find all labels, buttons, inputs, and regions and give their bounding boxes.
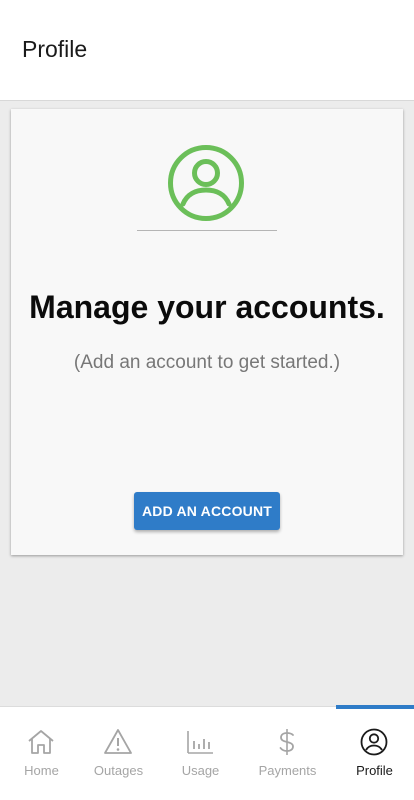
account-circle-icon: [168, 145, 244, 221]
nav-label-profile: Profile: [356, 763, 393, 778]
account-circle-icon: [360, 728, 388, 756]
nav-item-home[interactable]: Home: [0, 707, 83, 800]
nav-label-usage: Usage: [181, 763, 220, 778]
accounts-card: Manage your accounts. (Add an account to…: [11, 109, 403, 555]
app-bar: Profile: [0, 0, 414, 101]
dollar-icon: [279, 729, 294, 755]
bottom-navigation: Home Outages Usage Payments Profile: [0, 705, 414, 800]
bar-chart-icon: [187, 731, 213, 754]
page-title: Profile: [22, 36, 88, 62]
add-account-button[interactable]: ADD AN ACCOUNT: [134, 492, 280, 530]
nav-item-usage[interactable]: Usage: [159, 707, 242, 800]
nav-item-payments[interactable]: Payments: [246, 707, 329, 800]
nav-label-outages: Outages: [93, 763, 144, 778]
get-started-hint: (Add an account to get started.): [73, 352, 341, 373]
avatar-divider: [137, 230, 277, 231]
nav-item-outages[interactable]: Outages: [77, 707, 160, 800]
home-icon: [28, 730, 54, 754]
nav-item-profile[interactable]: Profile: [333, 707, 414, 800]
nav-label-payments: Payments: [258, 763, 317, 778]
manage-accounts-heading: Manage your accounts.: [29, 289, 385, 325]
main-content: Manage your accounts. (Add an account to…: [0, 101, 414, 706]
warning-icon: [104, 729, 132, 754]
nav-label-home: Home: [24, 763, 59, 778]
